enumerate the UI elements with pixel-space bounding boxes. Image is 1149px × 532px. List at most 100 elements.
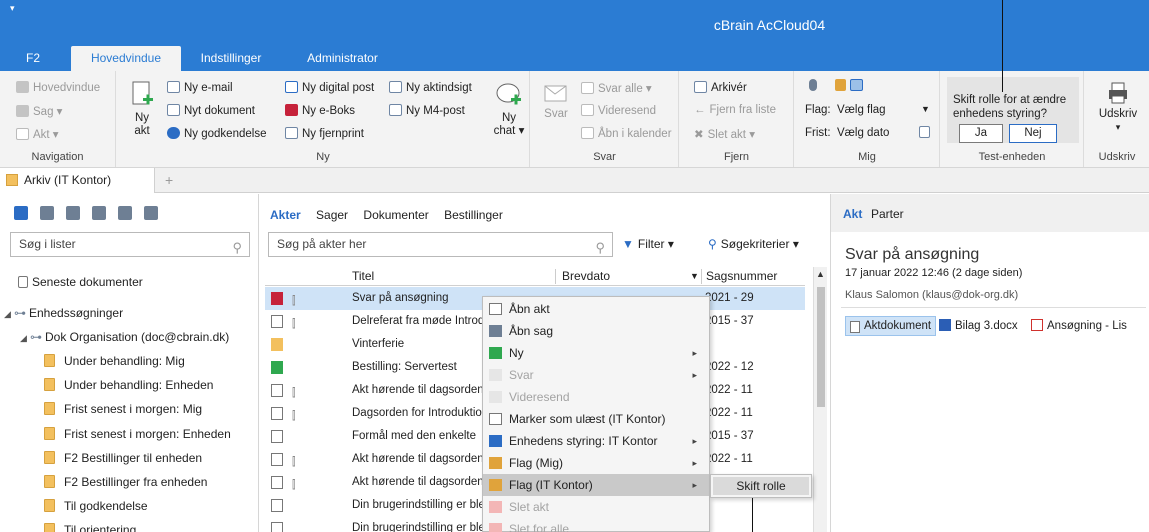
deadline-label: Frist: [805, 127, 831, 139]
folders-icon[interactable] [144, 206, 158, 220]
menu-item-delete-for-all[interactable]: Slet for alle [483, 518, 709, 532]
folder-item[interactable]: Til orientering [44, 519, 136, 532]
grid-scrollbar[interactable]: ▲ [813, 267, 827, 532]
menu-item-reply[interactable]: Svar ▸ [483, 364, 709, 386]
contacts-icon[interactable] [118, 206, 132, 220]
switch-role-item[interactable]: Skift rolle [713, 477, 809, 495]
archive-button[interactable]: Arkivér [694, 81, 747, 94]
menu-item-new[interactable]: Ny ▸ [483, 342, 709, 364]
search-criteria-icon: ⚲ [708, 237, 717, 251]
new-eboks-button[interactable]: Ny e-Boks [285, 104, 355, 117]
list-icon[interactable] [66, 206, 80, 220]
new-digital-post-button[interactable]: Ny digital post [285, 81, 374, 94]
attachment-aktdokument[interactable]: Aktdokument [845, 316, 937, 336]
column-title[interactable]: Titel [352, 269, 374, 283]
annotation-pointer [1002, 0, 1003, 92]
email-icon [271, 407, 283, 420]
new-akt-button[interactable]: Ny akt [129, 81, 155, 138]
home-icon [16, 81, 29, 93]
reply-all-button[interactable]: Svar alle ▾ [581, 81, 652, 95]
column-date[interactable]: Brevdato [555, 269, 610, 284]
right-tabs: Akt Parter [831, 194, 1149, 232]
row-case-number: 2021 - 29 [705, 292, 754, 304]
row-case-number: 2022 - 11 [705, 407, 753, 419]
tree-unit-searches[interactable]: ◢ ⊶ Enhedssøgninger [4, 302, 123, 324]
tab-bestillinger[interactable]: Bestillinger [444, 208, 503, 222]
list-search-input[interactable]: Søg i lister ⚲ [10, 232, 250, 257]
menu-item-open-akt[interactable]: Åbn akt [483, 298, 709, 320]
menu-item-open-case[interactable]: Åbn sag [483, 320, 709, 342]
tab-arkiv[interactable]: Arkiv (IT Kontor) [0, 168, 155, 193]
tab-administrator[interactable]: Administrator [300, 46, 385, 71]
new-email-button[interactable]: Ny e-mail [167, 81, 233, 94]
new-remote-print-button[interactable]: Ny fjernprint [285, 127, 364, 140]
folder-item[interactable]: Under behandling: Mig [44, 350, 185, 372]
menu-item-flag-unit[interactable]: Flag (IT Kontor) ▸ [483, 474, 709, 496]
no-button[interactable]: Nej [1009, 124, 1057, 143]
nav-hovedvindue[interactable]: Hovedvindue [16, 81, 100, 94]
recent-documents-item[interactable]: Seneste dokumenter [18, 271, 143, 293]
menu-item-forward[interactable]: Videresend [483, 386, 709, 408]
menu-item-flag-me[interactable]: Flag (Mig) ▸ [483, 452, 709, 474]
akter-search-input[interactable]: Søg på akter her ⚲ [268, 232, 613, 257]
deadline-select[interactable]: Vælg dato [837, 127, 889, 139]
tab-f2[interactable]: F2 [20, 46, 46, 71]
collapse-icon[interactable]: ◢ [20, 327, 30, 349]
pdf-icon [1031, 319, 1043, 331]
tab-akt[interactable]: Akt [843, 207, 862, 221]
tab-akter[interactable]: Akter [270, 208, 301, 222]
reply-button[interactable]: Svar [541, 83, 571, 121]
calendar-icon[interactable] [919, 126, 934, 139]
collapse-icon[interactable]: ◢ [4, 303, 14, 325]
delete-akt-button[interactable]: ✖ Slet akt ▾ [694, 127, 755, 141]
row-case-number: 2022 - 11 [705, 453, 753, 465]
tab-indstillinger[interactable]: Indstillinger [195, 46, 267, 71]
open-calendar-button[interactable]: Åbn i kalender [581, 127, 672, 140]
search-criteria-button[interactable]: ⚲ Søgekriterier ▾ [708, 237, 799, 251]
new-m4-post-button[interactable]: Ny M4-post [389, 104, 465, 117]
nav-akt[interactable]: Akt ▾ [16, 127, 59, 141]
yes-button[interactable]: Ja [959, 124, 1003, 143]
scroll-up-icon[interactable]: ▲ [816, 269, 825, 279]
nav-sag[interactable]: Sag ▾ [16, 104, 62, 118]
new-document-button[interactable]: Nyt dokument [167, 104, 255, 117]
tab-dokumenter[interactable]: Dokumenter [363, 208, 428, 222]
flag-quick-icons[interactable] [835, 79, 867, 92]
cases-icon[interactable] [40, 206, 54, 220]
folder-item[interactable]: Til godkendelse [44, 495, 148, 517]
system-menu-icon[interactable]: ▾ [10, 3, 15, 14]
folder-item[interactable]: Under behandling: Enheden [44, 374, 213, 396]
scroll-thumb[interactable] [817, 287, 825, 407]
new-access-request-button[interactable]: Ny aktindsigt [389, 81, 472, 94]
tab-hovedvindue[interactable]: Hovedvindue [71, 46, 181, 71]
tab-parter[interactable]: Parter [871, 207, 904, 221]
group-label: Mig [858, 151, 876, 163]
folder-item[interactable]: F2 Bestillinger fra enheden [44, 471, 207, 493]
documents-icon[interactable] [14, 206, 28, 220]
tree-organisation[interactable]: ◢ ⊶ Dok Organisation (doc@cbrain.dk) [20, 326, 229, 348]
sort-icon[interactable]: ▼ [690, 271, 699, 281]
forward-button[interactable]: Videresend [581, 104, 656, 117]
folder-item[interactable]: Frist senest i morgen: Mig [44, 398, 202, 420]
new-approval-button[interactable]: Ny godkendelse [167, 127, 266, 140]
tab-sager[interactable]: Sager [316, 208, 348, 222]
menu-item-delete-akt[interactable]: Slet akt [483, 496, 709, 518]
attachment-bilag[interactable]: Bilag 3.docx [939, 319, 1018, 332]
reply-all-icon [581, 82, 594, 94]
menu-item-mark-unread[interactable]: Marker som ulæst (IT Kontor) [483, 408, 709, 430]
flag-select[interactable]: Vælg flag [837, 104, 886, 116]
tasks-icon[interactable] [92, 206, 106, 220]
add-tab-button[interactable]: + [165, 172, 173, 188]
menu-item-unit-control[interactable]: Enhedens styring: IT Kontor ▸ [483, 430, 709, 452]
remove-from-list-button[interactable]: ← Fjern fra liste [694, 104, 776, 116]
folder-item[interactable]: F2 Bestillinger til enheden [44, 447, 202, 469]
flag-label: Flag: [805, 104, 831, 116]
new-chat-button[interactable]: Ny chat ▾ [492, 81, 526, 138]
filter-button[interactable]: ▼ Filter ▾ [622, 237, 674, 251]
attachment-ansogning[interactable]: Ansøgning - Lis [1031, 319, 1127, 332]
group-fjern: Arkivér ← Fjern fra liste ✖ Slet akt ▾ Fje… [680, 71, 794, 167]
column-case[interactable]: Sagsnummer [701, 269, 777, 284]
print-button[interactable]: Udskriv ▾ [1093, 81, 1143, 134]
flag-dropdown-icon[interactable]: ▼ [921, 104, 930, 114]
folder-item[interactable]: Frist senest i morgen: Enheden [44, 423, 231, 445]
